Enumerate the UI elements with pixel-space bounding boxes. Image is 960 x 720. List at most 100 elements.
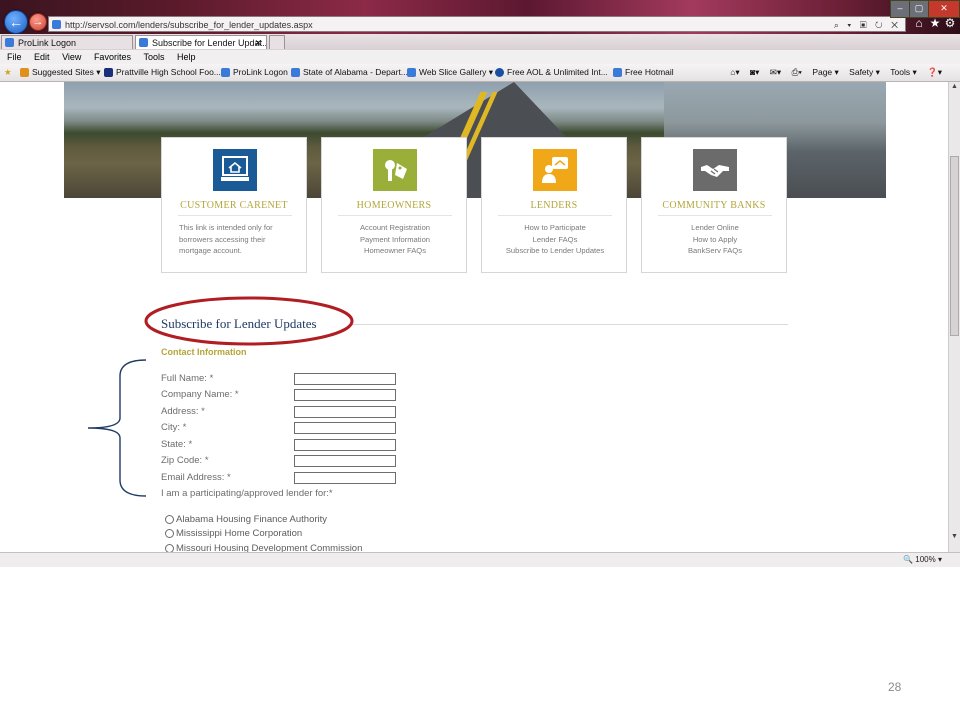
close-tab-icon[interactable]: ✕ [254, 36, 262, 49]
menu-tools[interactable]: Tools [143, 52, 164, 62]
full-name-input[interactable] [294, 373, 396, 385]
menu-favorites[interactable]: Favorites [94, 52, 131, 62]
card-divider [658, 215, 772, 216]
link-account-registration[interactable]: Account Registration [334, 222, 456, 234]
tab-label: ProLink Logon [18, 38, 77, 48]
favorite-icon [613, 68, 622, 78]
menu-file[interactable]: File [7, 52, 22, 62]
card-links: How to Participate Lender FAQs Subscribe… [494, 222, 616, 257]
favorite-icon [20, 68, 29, 78]
link-subscribe-lender-updates[interactable]: Subscribe to Lender Updates [494, 245, 616, 257]
zip-code-input[interactable] [294, 455, 396, 467]
address-input[interactable] [294, 406, 396, 418]
favorite-web-slice-gallery[interactable]: Web Slice Gallery ▾ [407, 64, 493, 81]
page-menu[interactable]: Page ▾ [812, 67, 838, 77]
card-title[interactable]: LENDERS [482, 200, 626, 211]
scroll-down-arrow-icon[interactable]: ▼ [949, 532, 960, 542]
link-lender-faqs[interactable]: Lender FAQs [494, 234, 616, 246]
back-button[interactable]: ← [4, 10, 28, 34]
radio-alabama-housing[interactable]: Alabama Housing Finance Authority [165, 514, 327, 525]
keys-icon [373, 149, 417, 191]
tab-prolink-logon[interactable]: ProLink Logon [1, 35, 133, 49]
link-bankserv-faqs[interactable]: BankServ FAQs [654, 245, 776, 257]
menu-edit[interactable]: Edit [34, 52, 50, 62]
favorite-icon [291, 68, 300, 78]
contact-information-heading: Contact Information [161, 347, 247, 357]
card-title[interactable]: COMMUNITY BANKS [642, 200, 786, 211]
lender-person-icon [533, 149, 577, 191]
link-lender-online[interactable]: Lender Online [654, 222, 776, 234]
menu-help[interactable]: Help [177, 52, 196, 62]
card-homeowners[interactable]: HOMEOWNERS Account Registration Payment … [321, 137, 467, 273]
link-how-to-participate[interactable]: How to Participate [494, 222, 616, 234]
city-label: City: * [161, 422, 187, 433]
favorite-icon [104, 68, 113, 78]
keys-icon-svg [385, 160, 407, 181]
favorite-suggested-sites[interactable]: Suggested Sites ▾ [20, 64, 101, 81]
favorite-state-of-alabama[interactable]: State of Alabama - Depart... [291, 64, 408, 81]
favorites-star-icon[interactable]: ★ [928, 16, 942, 30]
radio-button[interactable] [165, 529, 174, 538]
forward-button[interactable]: → [29, 13, 47, 31]
favorite-prattville-high-school[interactable]: Prattville High School Foo... [104, 64, 221, 81]
feeds-icon[interactable]: ◙▾ [750, 67, 759, 77]
new-tab-button[interactable] [269, 35, 285, 49]
favorite-free-hotmail[interactable]: Free Hotmail [613, 64, 674, 81]
safety-menu[interactable]: Safety ▾ [849, 67, 880, 77]
zoom-level[interactable]: 🔍 100% ▾ [903, 555, 942, 564]
handshake-icon-svg [701, 165, 729, 177]
section-divider [352, 324, 788, 325]
minimize-button[interactable]: – [890, 0, 910, 18]
address-tools-icons[interactable]: ⌕ ▾ ▣ ↻ ✕ [834, 17, 901, 33]
radio-missouri-housing[interactable]: Missouri Housing Development Commission [165, 543, 362, 552]
radio-button[interactable] [165, 515, 174, 524]
zip-code-label: Zip Code: * [161, 455, 209, 466]
lender-person-icon-svg [542, 157, 568, 183]
status-bar: 🔍 100% ▾ [0, 552, 960, 567]
print-icon[interactable]: ⎙▾ [792, 67, 802, 77]
vertical-scrollbar[interactable]: ▲ ▼ [948, 82, 960, 552]
tools-menu[interactable]: Tools ▾ [890, 67, 916, 77]
card-lenders[interactable]: LENDERS How to Participate Lender FAQs S… [481, 137, 627, 273]
menu-view[interactable]: View [62, 52, 81, 62]
card-customer-carenet[interactable]: CUSTOMER CARENET This link is intended o… [161, 137, 307, 273]
email-address-input[interactable] [294, 472, 396, 484]
address-bar[interactable]: http://servsol.com/lenders/subscribe_for… [48, 16, 906, 32]
tab-subscribe-lender-updates[interactable]: Subscribe for Lender Updat... ✕ [135, 35, 267, 49]
card-community-banks[interactable]: COMMUNITY BANKS Lender Online How to App… [641, 137, 787, 273]
link-homeowner-faqs[interactable]: Homeowner FAQs [334, 245, 456, 257]
state-label: State: * [161, 439, 193, 450]
handshake-icon [693, 149, 737, 191]
city-input[interactable] [294, 422, 396, 434]
tab-bar: ProLink Logon Subscribe for Lender Updat… [0, 34, 960, 51]
globe-icon [495, 68, 504, 78]
help-icon[interactable]: ❓▾ [927, 67, 942, 77]
radio-button[interactable] [165, 544, 174, 552]
scroll-thumb[interactable] [950, 156, 959, 336]
link-payment-information[interactable]: Payment Information [334, 234, 456, 246]
mail-icon[interactable]: ✉▾ [770, 67, 781, 77]
address-url[interactable]: http://servsol.com/lenders/subscribe_for… [65, 17, 313, 33]
favorite-free-aol[interactable]: Free AOL & Unlimited Int... [495, 64, 608, 81]
favorite-prolink-logon[interactable]: ProLink Logon [221, 64, 288, 81]
tab-favicon [5, 38, 14, 47]
slide-number: 28 [888, 680, 902, 694]
site-favicon [52, 20, 61, 29]
tab-favicon [139, 38, 148, 47]
card-title[interactable]: HOMEOWNERS [322, 200, 466, 211]
radio-mississippi-home[interactable]: Mississippi Home Corporation [165, 528, 302, 539]
favorites-star-icon[interactable]: ★ [4, 64, 12, 81]
home-icon[interactable]: ⌂▾ [730, 67, 739, 77]
scroll-up-arrow-icon[interactable]: ▲ [949, 82, 960, 92]
state-input[interactable] [294, 439, 396, 451]
computer-home-icon [213, 149, 257, 191]
home-icon[interactable]: ⌂ [912, 16, 926, 30]
company-name-input[interactable] [294, 389, 396, 401]
card-title[interactable]: CUSTOMER CARENET [162, 200, 306, 211]
command-bar: ⌂▾ ◙▾ ✉▾ ⎙▾ Page ▾ Safety ▾ Tools ▾ ❓▾ [722, 64, 942, 81]
email-address-label: Email Address: * [161, 472, 231, 483]
card-description: This link is intended only for borrowers… [179, 223, 273, 255]
link-how-to-apply[interactable]: How to Apply [654, 234, 776, 246]
computer-home-icon-svg [221, 156, 249, 181]
gear-icon[interactable]: ⚙ [943, 16, 957, 30]
